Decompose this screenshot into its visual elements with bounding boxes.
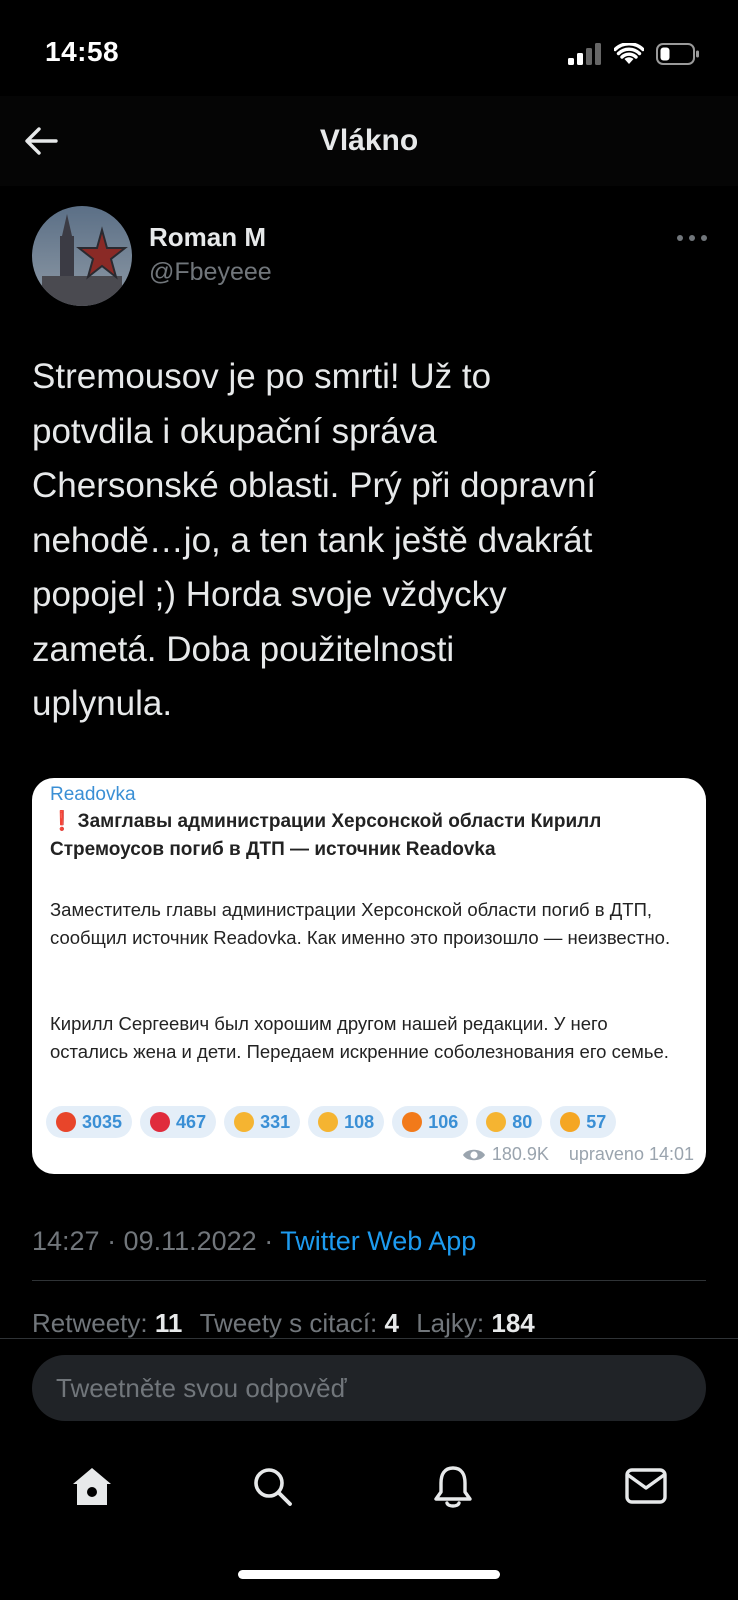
tweet-text: Stremousov je po smrti! Už to potvdila i… xyxy=(32,357,597,723)
cellular-signal-icon xyxy=(568,43,601,65)
smiling-face-hearts-icon xyxy=(560,1112,581,1132)
tweet-timestamp: 14:27 · 09.11.2022 · Twitter Web App xyxy=(32,1226,476,1257)
likes-label: Lajky: xyxy=(416,1308,492,1338)
bell-icon xyxy=(434,1466,472,1508)
tab-home[interactable] xyxy=(64,1458,120,1514)
heart-icon xyxy=(150,1112,171,1132)
fire-icon xyxy=(402,1112,423,1132)
retweets-count: 11 xyxy=(154,1308,183,1338)
reaction-chip[interactable]: 3035 xyxy=(46,1106,133,1138)
author-name[interactable]: Roman M xyxy=(149,222,266,253)
reply-input[interactable]: Tweetněte svou odpověď xyxy=(32,1355,706,1421)
media-paragraph: Кирилл Сергеевич был хорошим другом наше… xyxy=(50,1013,669,1062)
divider xyxy=(0,1338,738,1339)
clapping-hands-icon xyxy=(486,1112,507,1132)
likes-stat[interactable]: Lajky: 184 xyxy=(416,1308,535,1338)
wifi-icon xyxy=(614,43,644,64)
search-icon xyxy=(254,1468,292,1506)
tweet-time-date: 14:27 · 09.11.2022 · xyxy=(32,1226,281,1256)
thumbs-down-icon xyxy=(318,1112,339,1132)
retweets-stat[interactable]: Retweety: 11 xyxy=(32,1308,182,1338)
reaction-chip[interactable]: 106 xyxy=(392,1106,469,1138)
author-handle[interactable]: @Fbeyeee xyxy=(149,258,272,287)
reactions-row: 3035 467 331 108 106 80 57 xyxy=(46,1106,617,1138)
tweet-media-image[interactable]: Readovka ❗ Замглавы администрации Херсонс… xyxy=(32,778,706,1174)
quotes-label: Tweety s citací: xyxy=(199,1308,385,1338)
avatar[interactable] xyxy=(32,206,132,306)
status-icons xyxy=(568,42,700,66)
tab-messages[interactable] xyxy=(618,1458,674,1514)
home-indicator xyxy=(238,1570,500,1579)
edited-label: upraveno 14:01 xyxy=(568,1144,694,1164)
exclamation-icon: ❗ xyxy=(50,811,74,832)
reaction-count: 108 xyxy=(344,1111,375,1132)
media-source-name: Readovka xyxy=(50,784,136,805)
mail-icon xyxy=(625,1468,667,1504)
reaction-count: 57 xyxy=(586,1111,607,1132)
more-dots-icon xyxy=(677,235,707,241)
media-paragraph: Заместитель главы администрации Херсонск… xyxy=(50,899,671,948)
reaction-chip[interactable]: 80 xyxy=(476,1106,543,1138)
divider xyxy=(32,1280,706,1281)
tweet-stats: Retweety: 11 Tweety s citací: 4 Lajky: 1… xyxy=(32,1308,535,1339)
tab-search[interactable] xyxy=(244,1458,300,1514)
likes-count: 184 xyxy=(491,1308,535,1338)
reaction-chip[interactable]: 331 xyxy=(224,1106,301,1138)
tab-notifications[interactable] xyxy=(425,1458,481,1514)
reply-placeholder: Tweetněte svou odpověď xyxy=(56,1373,347,1403)
reaction-count: 106 xyxy=(428,1111,459,1132)
home-icon xyxy=(73,1468,111,1505)
media-headline: ❗ Замглавы администрации Херсонской облас… xyxy=(50,808,690,864)
media-meta: 180.9K upraveno 14:01 xyxy=(462,1144,694,1165)
views-count: 180.9K xyxy=(491,1144,549,1164)
reaction-count: 3035 xyxy=(82,1111,123,1132)
reaction-chip[interactable]: 108 xyxy=(308,1106,385,1138)
source-app-link[interactable]: Twitter Web App xyxy=(280,1226,476,1256)
eye-icon xyxy=(462,1149,485,1160)
battery-icon xyxy=(656,43,699,65)
more-options-button[interactable] xyxy=(672,226,712,250)
reaction-count: 467 xyxy=(176,1111,207,1132)
angry-face-icon xyxy=(56,1112,76,1132)
page-title: Vlákno xyxy=(319,124,419,157)
reaction-chip[interactable]: 57 xyxy=(550,1106,617,1138)
reaction-count: 331 xyxy=(260,1111,291,1132)
media-headline-text: Замглавы администрации Херсонской област… xyxy=(50,811,602,860)
quotes-stat[interactable]: Tweety s citací: 4 xyxy=(200,1308,399,1338)
avatar-image xyxy=(32,206,132,306)
thumbs-up-icon xyxy=(234,1112,255,1132)
quotes-count: 4 xyxy=(384,1308,399,1338)
retweets-label: Retweety: xyxy=(32,1308,155,1338)
status-time: 14:58 xyxy=(45,36,120,67)
reaction-chip[interactable]: 467 xyxy=(140,1106,217,1138)
reaction-count: 80 xyxy=(512,1111,533,1132)
